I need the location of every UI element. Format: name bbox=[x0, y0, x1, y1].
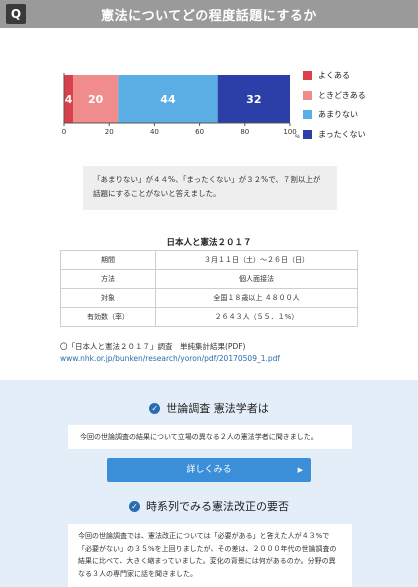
legend-swatch bbox=[303, 129, 312, 139]
x-tick-label: 60 bbox=[195, 128, 204, 136]
data-label: 32 bbox=[246, 93, 261, 106]
pdf-link-label: 〇「日本人と憲法２０１７」調査 単純集計結果(PDF) bbox=[60, 342, 246, 351]
button-label: 詳しくみる bbox=[186, 465, 232, 475]
chart-svg: 4204432020406080100% bbox=[62, 73, 300, 138]
legend-label: よくある bbox=[318, 71, 350, 81]
x-tick-label: 40 bbox=[150, 128, 159, 136]
check-circle-icon: ✓ bbox=[149, 403, 161, 414]
legend-label: ときどきある bbox=[318, 90, 366, 100]
legend-item: あまりない bbox=[303, 105, 366, 125]
section-heading-text: 世論調査 憲法学者は bbox=[166, 402, 269, 415]
legend-swatch bbox=[303, 71, 312, 81]
section-description: 今回の世論調査では、憲法改正については「必要がある」と答えた人が４３%で「必要が… bbox=[68, 524, 352, 587]
x-tick-label: 80 bbox=[240, 128, 249, 136]
check-circle-icon: ✓ bbox=[129, 501, 140, 512]
table-key: 有効数（率） bbox=[60, 307, 156, 327]
read-more-button[interactable]: 詳しくみる ▶ bbox=[107, 458, 311, 482]
header-bar: Q 憲法についてどの程度話題にするか bbox=[0, 0, 418, 28]
table-key: 方法 bbox=[60, 269, 156, 289]
data-label: 4 bbox=[65, 93, 73, 106]
table-value: ２６４３人（５５．１%） bbox=[155, 307, 358, 327]
legend-label: まったくない bbox=[318, 129, 366, 139]
x-unit-label: % bbox=[295, 134, 300, 138]
legend-item: よくある bbox=[303, 66, 366, 86]
table-row: 対象 全国１８歳以上 ４８００人 bbox=[60, 288, 358, 308]
section-heading-timeline: ✓ 時系列でみる憲法改正の要否 bbox=[0, 498, 418, 514]
table-row: 方法 個人面接法 bbox=[60, 269, 358, 289]
table-value: 個人面接法 bbox=[155, 269, 358, 289]
table-row: 期間 ３月１１日（土）～２６日（日） bbox=[60, 250, 358, 270]
triangle-right-icon: ▶ bbox=[297, 466, 303, 474]
data-label: 44 bbox=[160, 93, 176, 106]
table-value: ３月１１日（土）～２６日（日） bbox=[155, 250, 358, 270]
table-row: 有効数（率） ２６４３人（５５．１%） bbox=[60, 307, 358, 327]
survey-table: 期間 ３月１１日（土）～２６日（日） 方法 個人面接法 対象 全国１８歳以上 ４８００… bbox=[60, 250, 358, 327]
legend-item: まったくない bbox=[303, 125, 366, 145]
legend-swatch bbox=[303, 90, 312, 100]
section-heading-text: 時系列でみる憲法改正の要否 bbox=[146, 500, 289, 513]
x-tick-label: 0 bbox=[62, 128, 66, 136]
legend-label: あまりない bbox=[318, 110, 358, 120]
table-key: 期間 bbox=[60, 250, 156, 270]
x-tick-label: 20 bbox=[105, 128, 114, 136]
page-title: 憲法についてどの程度話題にするか bbox=[101, 9, 317, 24]
section-heading-scholars: ✓ 世論調査 憲法学者は bbox=[0, 400, 418, 416]
pdf-link[interactable]: www.nhk.or.jp/bunken/research/yoron/pdf/… bbox=[60, 354, 280, 363]
summary-note: 「あまりない」が４４%、「まったくない」が３２%で、７割以上が話題にすることがな… bbox=[83, 166, 337, 210]
section-description: 今回の世論調査の結果について立場の異なる２人の憲法学者に聞きました。 bbox=[68, 425, 352, 449]
table-key: 対象 bbox=[60, 288, 156, 308]
chart-legend: よくあるときどきある あまりないまったくない bbox=[303, 66, 366, 144]
data-label: 20 bbox=[88, 93, 104, 106]
table-value: 全国１８歳以上 ４８００人 bbox=[155, 288, 358, 308]
legend-swatch bbox=[303, 110, 312, 120]
survey-title: 日本人と憲法２０１７ bbox=[166, 238, 252, 248]
legend-item: ときどきある bbox=[303, 86, 366, 106]
